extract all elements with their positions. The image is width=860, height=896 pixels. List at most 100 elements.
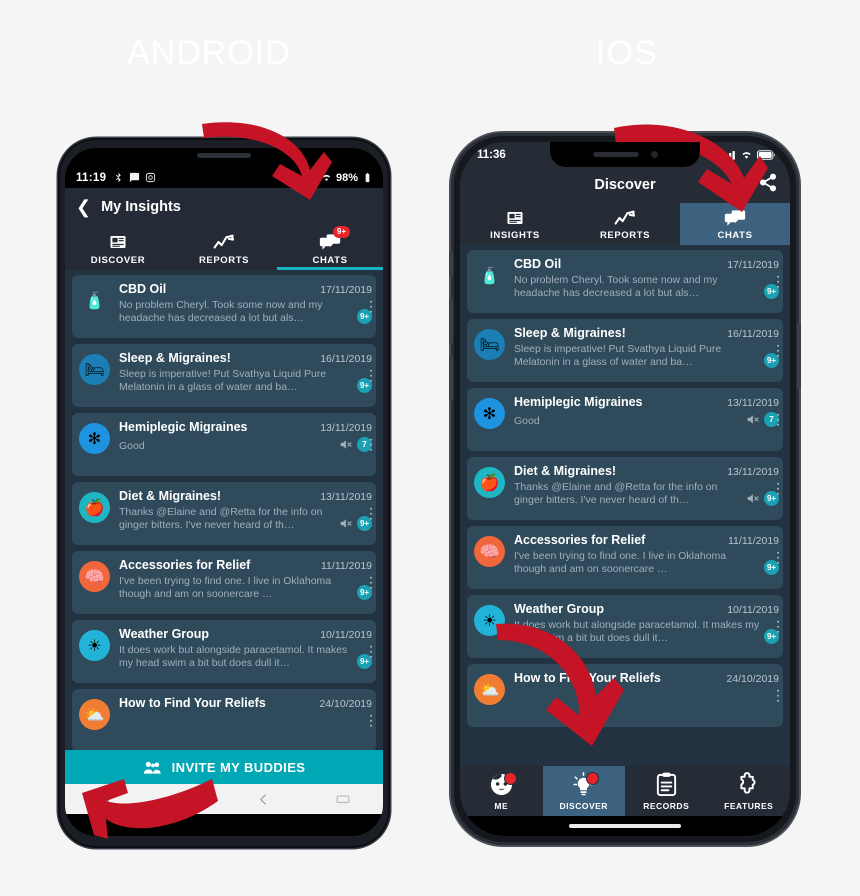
chat-list-item[interactable]: 🛏 Sleep & Migraines! 16/11/2019 Sleep is im… [467,319,783,382]
chat-list-item[interactable]: ☀ Weather Group 10/11/2019 It does work but… [467,595,783,658]
chat-list-item[interactable]: 🛏 Sleep & Migraines! 16/11/2019 Sleep is im… [72,344,376,407]
ios-power-button[interactable] [797,323,801,389]
ios-tab-insights-label: INSIGHTS [490,230,540,241]
keyboard-icon[interactable] [336,794,350,804]
wifi-icon [322,174,331,182]
chat-date: 13/11/2019 [320,491,372,503]
chat-preview-text: No problem Cheryl. Took some now and my … [119,299,323,325]
chat-options-menu-icon[interactable] [369,714,372,727]
chat-item-footer: Good 7 [514,412,779,428]
chat-item-content: Weather Group 10/11/2019 It does work but … [119,627,372,675]
chat-list-item[interactable]: 🧠 Accessories for Relief 11/11/2019 I've be… [72,551,376,614]
medical-star-icon: ✻ [474,398,505,429]
chat-list-item[interactable]: ⛅ How to Find Your Reliefs 24/10/2019 [467,664,783,727]
chat-options-menu-icon[interactable] [369,507,372,520]
chat-list-item[interactable]: ☀ Weather Group 10/11/2019 It does work but… [72,620,376,683]
chat-item-content: CBD Oil 17/11/2019 No problem Cheryl. Took… [514,257,779,305]
chat-item-content: Accessories for Relief 11/11/2019 I've bee… [514,533,779,581]
ios-tab-insights[interactable]: INSIGHTS [460,203,570,245]
chat-list-item[interactable]: 🍎 Diet & Migraines! 13/11/2019 Thanks @Elai… [72,482,376,545]
tab-chats[interactable]: 9+ CHATS [277,226,383,270]
home-icon[interactable] [177,792,192,807]
pillow-sleep-icon: 🛏 [474,329,505,360]
chat-list-item[interactable]: ⛅ How to Find Your Reliefs 24/10/2019 [72,689,376,750]
chat-item-footer [119,713,372,714]
chat-options-menu-icon[interactable] [776,413,779,426]
chat-options-menu-icon[interactable] [776,275,779,288]
chat-item-meta: 9+ [340,516,372,532]
chat-title: How to Find Your Reliefs [514,671,661,685]
chat-item-meta: 7 [340,437,372,453]
battery-icon [365,172,370,183]
chat-preview-text: I've been trying to find one. I live in … [119,575,332,601]
chat-options-menu-icon[interactable] [369,438,372,451]
chat-bubbles-icon: 9+ [319,226,350,252]
chat-item-meta: 7 [747,412,779,428]
head-nerves-icon: 🧠 [474,536,505,567]
chat-options-menu-icon[interactable] [369,576,372,589]
chat-item-content: Diet & Migraines! 13/11/2019 Thanks @Elain… [514,464,779,512]
chat-title: How to Find Your Reliefs [119,696,266,710]
chat-item-header: How to Find Your Reliefs 24/10/2019 [514,671,779,685]
chat-options-menu-icon[interactable] [369,369,372,382]
chat-options-menu-icon[interactable] [776,689,779,702]
chat-item-content: Hemiplegic Migraines 13/11/2019 Good 7 [119,420,372,468]
chat-options-menu-icon[interactable] [776,482,779,495]
ios-bottom-tab-me[interactable]: ME [460,766,543,816]
ios-tab-reports[interactable]: REPORTS [570,203,680,245]
ios-bottom-tab-discover[interactable]: DISCOVER [542,766,625,816]
recents-icon[interactable] [98,793,111,806]
ios-bottom-tab-records[interactable]: RECORDS [625,766,708,816]
back-icon[interactable] [257,793,270,806]
ios-volume-up-button[interactable] [449,298,453,344]
sun-icon: ☀ [474,605,505,636]
chat-list-item[interactable]: 🧴 CBD Oil 17/11/2019 No problem Cheryl. Too… [467,250,783,313]
android-status-icons [113,172,156,183]
ios-tab-chats[interactable]: CHATS [680,203,790,245]
home-indicator[interactable] [569,824,681,828]
chat-list-item[interactable]: ✻ Hemiplegic Migraines 13/11/2019 Good 7 [72,413,376,476]
ios-heading: IOS [596,34,658,72]
invite-button-label: INVITE MY BUDDIES [171,759,306,775]
share-icon[interactable] [758,173,778,198]
android-app-screen: ❮ My Insights DISCOVER REPORTS 9+ CHATS … [65,188,383,836]
chat-date: 16/11/2019 [320,353,372,365]
chat-title: Sleep & Migraines! [514,326,626,340]
chat-preview-text: No problem Cheryl. Took some now and my … [514,274,718,300]
chat-item-header: Hemiplegic Migraines 13/11/2019 [119,420,372,434]
chat-title: Weather Group [119,627,210,641]
invite-my-buddies-button[interactable]: INVITE MY BUDDIES [65,750,383,784]
tab-reports[interactable]: REPORTS [171,226,277,270]
ios-phone-mockup: 11:36 Discover INSIGHTS REPORTS CHATS 🧴 … [449,133,801,845]
chat-item-header: How to Find Your Reliefs 24/10/2019 [119,696,372,710]
chat-item-footer: No problem Cheryl. Took some now and my … [119,299,372,325]
back-chevron-icon[interactable]: ❮ [76,198,91,216]
chat-options-menu-icon[interactable] [776,551,779,564]
ios-tab-bar: INSIGHTS REPORTS CHATS [460,203,790,245]
ios-tab-chats-label: CHATS [717,230,753,241]
chat-item-footer [514,688,779,689]
chat-options-menu-icon[interactable] [776,344,779,357]
ios-mute-switch[interactable] [449,251,453,277]
ios-volume-down-button[interactable] [449,355,453,401]
android-chat-list[interactable]: 🧴 CBD Oil 17/11/2019 No problem Cheryl. Too… [65,270,383,750]
tab-discover[interactable]: DISCOVER [65,226,171,270]
ios-bottom-tab-features[interactable]: FEATURES [708,766,791,816]
chat-list-item[interactable]: ✻ Hemiplegic Migraines 13/11/2019 Good 7 [467,388,783,451]
muted-icon [747,415,759,424]
android-navigation-bar [65,784,383,814]
apple-health-icon: 🍎 [474,467,505,498]
chat-options-menu-icon[interactable] [776,620,779,633]
chat-list-item[interactable]: 🍎 Diet & Migraines! 13/11/2019 Thanks @Elai… [467,457,783,520]
chat-list-item[interactable]: 🧠 Accessories for Relief 11/11/2019 I've be… [467,526,783,589]
sun-cloud-icon: ⛅ [474,674,505,705]
chat-options-menu-icon[interactable] [369,300,372,313]
ios-chat-list[interactable]: 🧴 CBD Oil 17/11/2019 No problem Cheryl. Too… [460,245,790,766]
chat-title: Diet & Migraines! [119,489,222,503]
instagram-icon [146,172,156,183]
chat-date: 11/11/2019 [728,535,779,547]
chart-line-icon [213,232,235,252]
chat-date: 24/10/2019 [319,698,372,710]
chat-options-menu-icon[interactable] [369,645,372,658]
chat-list-item[interactable]: 🧴 CBD Oil 17/11/2019 No problem Cheryl. Too… [72,275,376,338]
